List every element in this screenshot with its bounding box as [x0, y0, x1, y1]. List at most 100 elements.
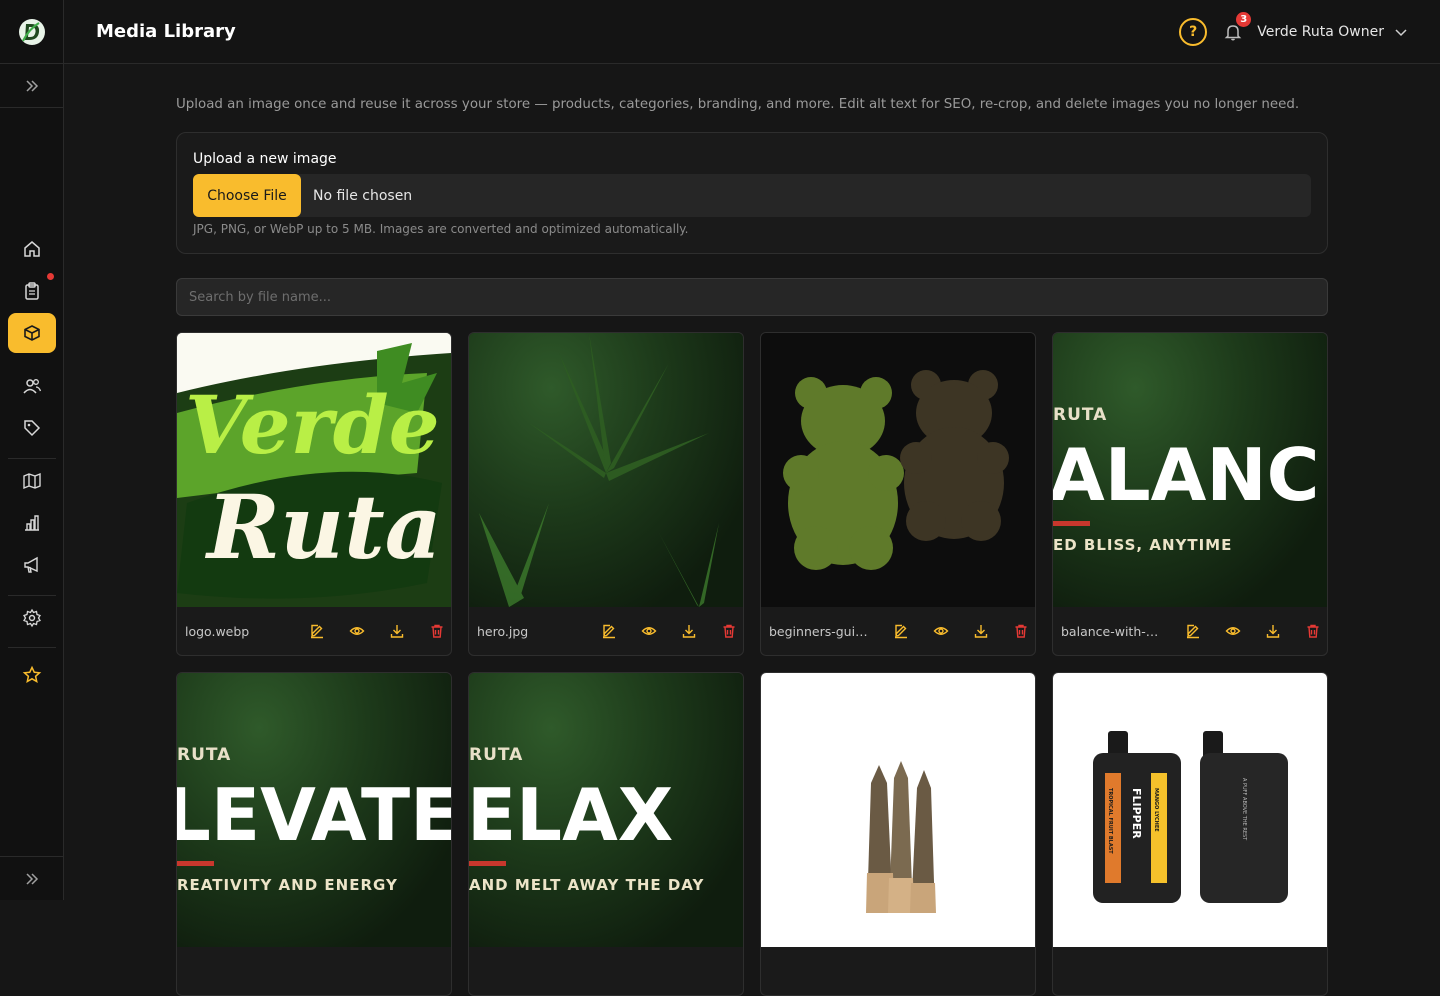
- edit-button[interactable]: [297, 621, 337, 641]
- upload-card: Upload a new image Choose File No file c…: [176, 132, 1328, 254]
- download-button[interactable]: [669, 621, 709, 641]
- sidebar-item-marketing[interactable]: [8, 545, 56, 585]
- map-icon: [23, 472, 41, 490]
- trash-icon: [723, 624, 735, 638]
- search-input[interactable]: [176, 278, 1328, 316]
- media-thumbnail[interactable]: [761, 673, 1035, 947]
- edit-button[interactable]: [589, 621, 629, 641]
- eye-icon: [933, 627, 949, 635]
- media-card[interactable]: hero.jpg: [468, 332, 744, 656]
- logo-icon: [18, 18, 45, 45]
- verde-ruta-logo-image: Verde Ruta: [177, 333, 451, 607]
- gummy-bears-image: [783, 370, 1009, 570]
- notifications-button[interactable]: 3: [1221, 12, 1252, 44]
- delete-button[interactable]: [417, 621, 451, 641]
- sidebar-item-analytics[interactable]: [8, 503, 56, 543]
- chevron-down-icon[interactable]: [1394, 25, 1408, 39]
- vape-devices-image: FLIPPER MANGO LYCHEE TROPICAL FRUIT BLAS…: [1093, 731, 1288, 903]
- sidebar-item-favorites[interactable]: [8, 655, 56, 695]
- media-card[interactable]: [760, 672, 1036, 996]
- delete-button[interactable]: [1293, 621, 1327, 641]
- sidebar-item-customers[interactable]: [8, 366, 56, 406]
- media-meta: beginners-guid...: [761, 607, 1035, 655]
- nav-divider: [8, 595, 56, 596]
- file-input[interactable]: Choose File No file chosen: [193, 174, 1311, 217]
- sidebar-item-orders[interactable]: [8, 271, 56, 311]
- user-menu-name[interactable]: Verde Ruta Owner: [1257, 24, 1384, 40]
- media-card[interactable]: Verde Ruta logo.webp: [176, 332, 452, 656]
- media-thumbnail[interactable]: RUTA LEVATE REATIVITY AND ENERGY: [177, 673, 451, 947]
- expand-sidebar-button[interactable]: [0, 64, 63, 108]
- preview-button[interactable]: [629, 621, 669, 641]
- banner-subtitle: AND MELT AWAY THE DAY: [469, 876, 705, 894]
- upload-label: Upload a new image: [193, 151, 337, 167]
- star-icon: [22, 665, 42, 683]
- edit-button[interactable]: [881, 621, 921, 641]
- nav-divider: [8, 458, 56, 459]
- collapse-sidebar-button[interactable]: [0, 856, 64, 900]
- sidebar-item-map[interactable]: [8, 461, 56, 501]
- sidebar-item-products[interactable]: [8, 313, 56, 353]
- delete-button[interactable]: [1001, 621, 1035, 641]
- media-thumbnail[interactable]: FLIPPER MANGO LYCHEE TROPICAL FRUIT BLAS…: [1053, 673, 1327, 947]
- page-description: Upload an image once and reuse it across…: [176, 97, 1300, 112]
- delete-button[interactable]: [709, 621, 743, 641]
- file-name: balance-with-hy...: [1061, 623, 1163, 639]
- sidebar: [0, 0, 64, 900]
- download-button[interactable]: [377, 621, 417, 641]
- file-name: logo.webp: [185, 623, 250, 639]
- media-card[interactable]: RUTA ELAX AND MELT AWAY THE DAY: [468, 672, 744, 996]
- sidebar-item-settings[interactable]: [8, 598, 56, 638]
- media-thumbnail[interactable]: [469, 333, 743, 607]
- media-meta: logo.webp: [177, 607, 451, 655]
- media-card[interactable]: RUTA LEVATE REATIVITY AND ENERGY: [176, 672, 452, 996]
- help-button[interactable]: ?: [1179, 18, 1208, 46]
- file-name: beginners-guid...: [769, 623, 871, 639]
- eye-icon: [349, 627, 365, 635]
- media-thumbnail[interactable]: Verde Ruta: [177, 333, 451, 607]
- media-card[interactable]: RUTA ALANC ED BLISS, ANYTIME balance-wit…: [1052, 332, 1328, 656]
- banner-accent-bar: [1053, 521, 1090, 526]
- upload-hint: JPG, PNG, or WebP up to 5 MB. Images are…: [193, 222, 689, 236]
- download-icon: [390, 625, 404, 638]
- megaphone-icon: [24, 556, 38, 573]
- media-thumbnail[interactable]: RUTA ALANC ED BLISS, ANYTIME: [1053, 333, 1327, 607]
- banner-subtitle: REATIVITY AND ENERGY: [177, 876, 398, 894]
- cannabis-leaf-image: [479, 333, 719, 607]
- banner-accent-bar: [469, 861, 506, 866]
- sidebar-item-promotions[interactable]: [8, 408, 56, 448]
- product-flavor-text: MANGO LYCHEE: [1153, 788, 1159, 832]
- preview-button[interactable]: [337, 621, 377, 641]
- help-icon: ?: [1189, 24, 1198, 40]
- media-meta: hero.jpg: [469, 607, 743, 655]
- edit-icon: [895, 624, 907, 639]
- media-thumbnail[interactable]: [761, 333, 1035, 607]
- preview-button[interactable]: [921, 621, 961, 641]
- product-tagline-text: A PUFF ABOVE THE REST: [1241, 778, 1247, 841]
- download-icon: [1266, 625, 1280, 638]
- file-status: No file chosen: [313, 187, 413, 204]
- edit-button[interactable]: [1173, 621, 1213, 641]
- nav-divider: [8, 647, 56, 648]
- banner-brand-text: RUTA: [177, 745, 232, 765]
- edit-icon: [603, 624, 615, 639]
- media-card[interactable]: FLIPPER MANGO LYCHEE TROPICAL FRUIT BLAS…: [1052, 672, 1328, 996]
- preview-button[interactable]: [1213, 621, 1253, 641]
- sidebar-item-home[interactable]: [8, 229, 56, 269]
- pre-roll-joints-image: [866, 761, 936, 913]
- choose-file-button[interactable]: Choose File: [193, 174, 301, 217]
- eye-icon: [641, 627, 657, 635]
- media-thumbnail[interactable]: RUTA ELAX AND MELT AWAY THE DAY: [469, 673, 743, 947]
- banner-accent-bar: [177, 861, 214, 866]
- app-logo[interactable]: [0, 0, 63, 64]
- media-actions: [589, 621, 743, 641]
- tag-icon: [24, 420, 41, 437]
- header-actions: ? 3 Verde Ruta Owner: [1179, 0, 1408, 64]
- gear-icon: [23, 608, 41, 628]
- download-button[interactable]: [961, 621, 1001, 641]
- media-actions: [297, 621, 451, 641]
- media-card[interactable]: beginners-guid...: [760, 332, 1036, 656]
- download-icon: [682, 625, 696, 638]
- logo-text-ruta: Ruta: [204, 475, 442, 579]
- download-button[interactable]: [1253, 621, 1293, 641]
